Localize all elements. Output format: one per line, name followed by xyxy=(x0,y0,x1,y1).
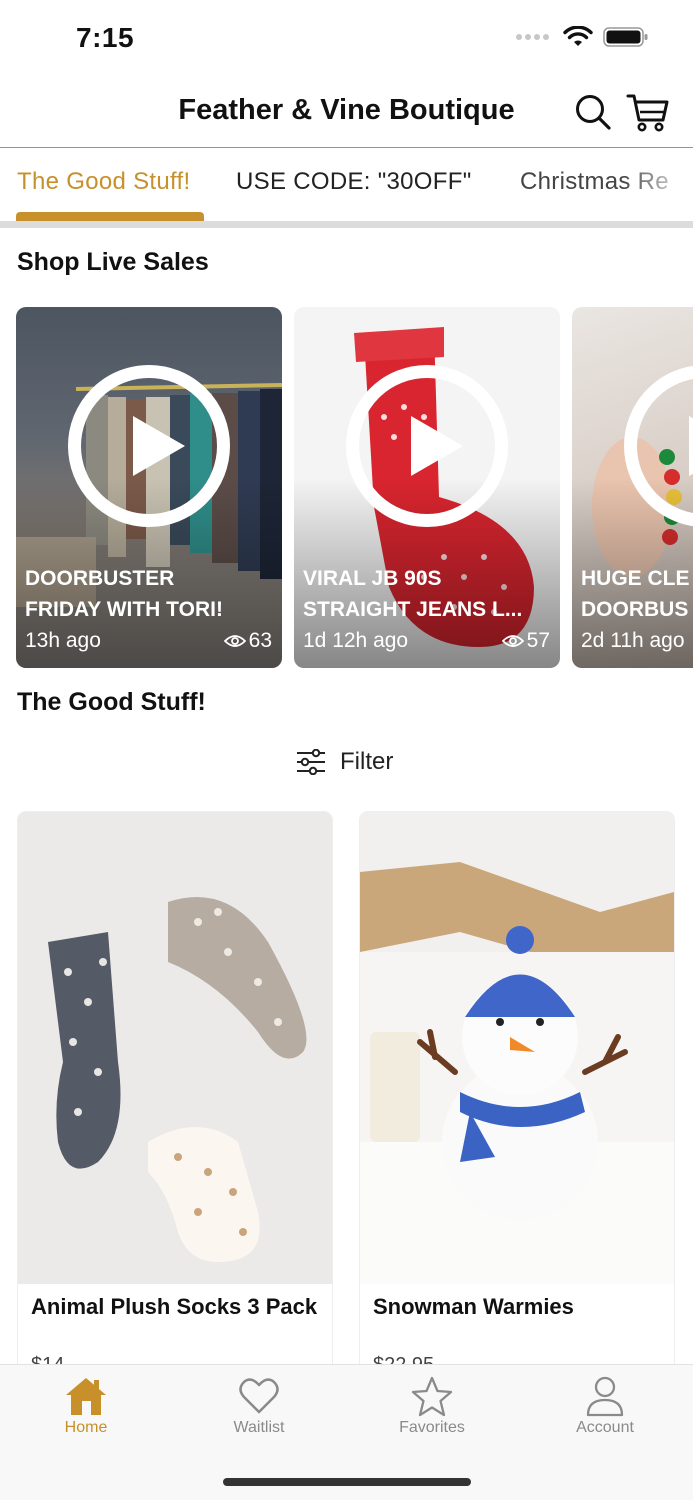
home-icon xyxy=(66,1378,106,1415)
tab-the-good-stuff[interactable]: The Good Stuff! xyxy=(17,168,191,196)
filter-label: Filter xyxy=(340,748,394,775)
eye-icon xyxy=(501,635,524,647)
nav-waitlist[interactable]: Waitlist xyxy=(189,1375,329,1437)
live-sale-title: DOORBUSTER FRIDAY WITH TORI! xyxy=(25,567,223,621)
battery-icon xyxy=(603,27,648,47)
live-sale-time: 1d 12h ago xyxy=(303,629,409,652)
live-sale-card[interactable]: VIRAL JB 90S STRAIGHT JEANS L... 1d 12h … xyxy=(294,307,560,668)
wifi-icon xyxy=(563,26,593,46)
live-sale-title: HUGE CLE DOORBUS xyxy=(581,567,690,621)
play-icon xyxy=(346,365,508,527)
category-tabs: The Good Stuff! USE CODE: "30OFF" Christ… xyxy=(0,148,693,228)
live-sales-carousel: DOORBUSTER FRIDAY WITH TORI! 13h ago 63 xyxy=(0,307,693,669)
product-image xyxy=(18,812,332,1284)
tab-use-code[interactable]: USE CODE: "30OFF" xyxy=(236,168,472,196)
star-icon xyxy=(411,1376,453,1417)
live-sale-views: 63 xyxy=(223,629,272,653)
product-name: Snowman Warmies xyxy=(373,1294,574,1319)
product-card[interactable]: Animal Plush Socks 3 Pack $14 xyxy=(18,812,332,1372)
live-sale-time: 13h ago xyxy=(25,629,101,652)
status-time: 7:15 xyxy=(76,22,135,53)
nav-favorites[interactable]: Favorites xyxy=(362,1375,502,1437)
heart-icon xyxy=(239,1378,279,1414)
live-sale-views: 57 xyxy=(501,629,550,653)
filter-icon xyxy=(297,749,325,775)
status-icons xyxy=(516,26,649,48)
live-section-title: Shop Live Sales xyxy=(17,248,209,276)
nav-account-label: Account xyxy=(576,1419,634,1436)
status-bar: 7:15 xyxy=(0,0,693,80)
filter-button[interactable]: Filter xyxy=(296,748,393,776)
product-image xyxy=(360,812,674,1284)
search-icon xyxy=(576,95,611,130)
live-sale-meta: 1d 12h ago 57 xyxy=(303,629,550,653)
live-sale-card[interactable]: DOORBUSTER FRIDAY WITH TORI! 13h ago 63 xyxy=(16,307,282,668)
live-sale-meta: 13h ago 63 xyxy=(25,629,272,653)
nav-favorites-label: Favorites xyxy=(399,1419,465,1436)
live-sale-meta: 2d 11h ago xyxy=(581,629,693,653)
live-sale-time: 2d 11h ago xyxy=(581,629,685,652)
cart-button[interactable] xyxy=(626,90,670,134)
nav-account[interactable]: Account xyxy=(535,1375,675,1437)
cart-icon xyxy=(626,94,669,132)
app-header: Feather & Vine Boutique xyxy=(0,80,693,148)
live-sale-card[interactable]: HUGE CLE DOORBUS 2d 11h ago xyxy=(572,307,693,668)
person-icon xyxy=(586,1376,624,1417)
product-card[interactable]: Snowman Warmies $22.95 xyxy=(360,812,674,1372)
nav-home[interactable]: Home xyxy=(16,1375,156,1437)
tab-fade xyxy=(623,148,693,218)
search-button[interactable] xyxy=(573,92,613,132)
eye-icon xyxy=(223,635,246,647)
nav-waitlist-label: Waitlist xyxy=(233,1419,285,1436)
product-name: Animal Plush Socks 3 Pack xyxy=(31,1294,318,1319)
tabs-divider xyxy=(0,221,693,228)
products-section-title: The Good Stuff! xyxy=(17,688,206,716)
home-indicator[interactable] xyxy=(223,1478,471,1486)
play-icon xyxy=(68,365,230,527)
nav-home-label: Home xyxy=(64,1419,108,1436)
live-sale-title: VIRAL JB 90S STRAIGHT JEANS L... xyxy=(303,567,523,621)
signal-icon xyxy=(516,34,549,40)
